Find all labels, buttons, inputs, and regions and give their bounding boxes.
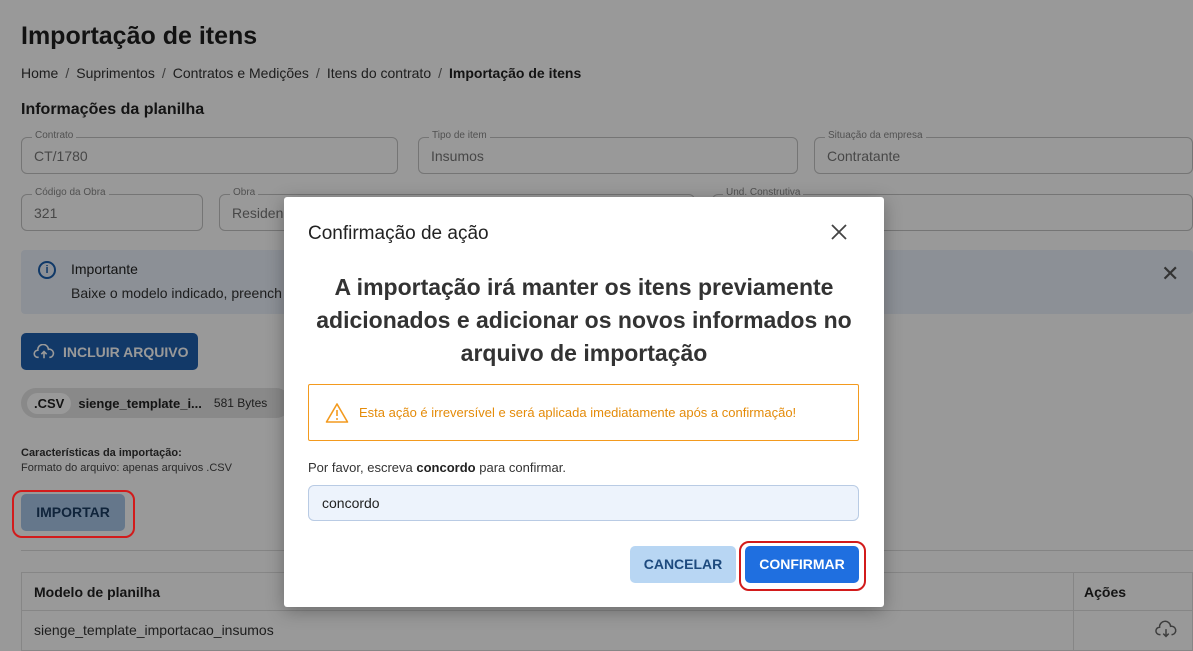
- confirmation-dialog: Confirmação de ação A importação irá man…: [284, 197, 884, 607]
- import-button-highlight: [12, 490, 135, 538]
- instruction-suffix: para confirmar.: [475, 460, 566, 475]
- confirm-instruction: Por favor, escreva concordo para confirm…: [308, 460, 566, 475]
- cancel-button[interactable]: CANCELAR: [630, 546, 736, 583]
- instruction-prefix: Por favor, escreva: [308, 460, 417, 475]
- confirm-text-input[interactable]: concordo: [308, 485, 859, 521]
- dialog-headline: A importação irá manter os itens previam…: [316, 274, 852, 366]
- warning-box: Esta ação é irreversível e será aplicada…: [308, 384, 859, 441]
- dialog-title: Confirmação de ação: [308, 223, 489, 244]
- instruction-keyword: concordo: [416, 460, 476, 475]
- warning-icon: [325, 402, 349, 423]
- confirm-button-highlight: [739, 541, 866, 591]
- warning-text: Esta ação é irreversível e será aplicada…: [359, 405, 797, 420]
- close-icon[interactable]: [829, 222, 849, 242]
